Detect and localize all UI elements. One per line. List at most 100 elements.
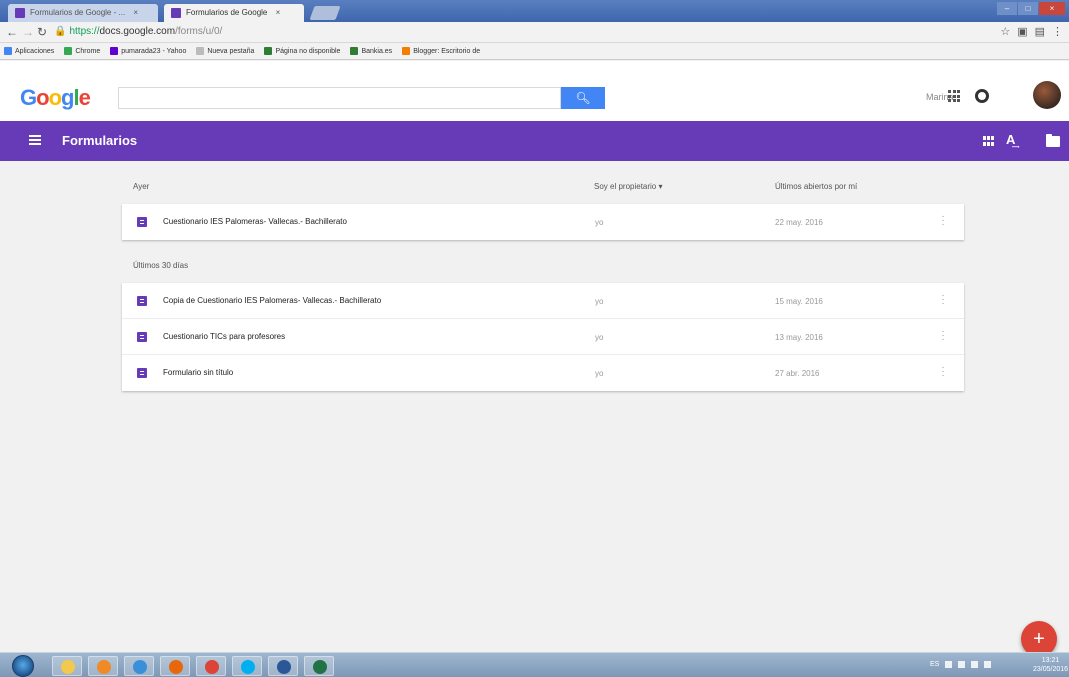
taskbar-app-explorer[interactable] — [52, 656, 82, 676]
search-button[interactable]: 🔍︎ — [561, 87, 605, 109]
folder-icon — [61, 660, 75, 674]
close-window-icon[interactable]: × — [1039, 2, 1065, 15]
minimize-icon[interactable]: – — [997, 2, 1017, 15]
more-options-icon[interactable]: · · · — [941, 363, 945, 381]
browser-tab-2[interactable]: Formularios de Google × — [164, 4, 304, 22]
volume-icon[interactable] — [984, 661, 992, 668]
form-doc-icon — [137, 368, 147, 378]
form-date: 27 abr. 2016 — [775, 369, 820, 378]
tab-label: Formularios de Google — [186, 8, 268, 17]
network-icon[interactable] — [958, 661, 966, 668]
chrome-menu-icon[interactable]: ⋮ — [1052, 25, 1063, 38]
close-tab-icon[interactable]: × — [276, 8, 281, 17]
bookmark-blogger[interactable]: Blogger: Escritorio de — [402, 47, 480, 55]
bookmark-label: pumarada23 - Yahoo — [121, 47, 187, 55]
extension-2-icon[interactable]: ▤ — [1035, 25, 1045, 38]
taskbar-app-chrome[interactable] — [196, 656, 226, 676]
url-scheme: https:// — [69, 26, 100, 37]
section-label-yesterday: Ayer — [133, 182, 150, 191]
blogger-icon — [402, 47, 411, 55]
maximize-icon[interactable]: □ — [1018, 2, 1038, 15]
windows-taskbar: ES 13:21 23/05/2016 — [0, 652, 1069, 677]
mail-icon — [110, 47, 119, 55]
form-name: Copia de Cuestionario IES Palomeras- Val… — [163, 296, 382, 305]
url-host: docs.google.com — [99, 26, 176, 37]
form-owner: yo — [595, 297, 604, 306]
bookmark-unavailable[interactable]: Página no disponible — [264, 47, 340, 55]
google-icon — [64, 47, 73, 55]
table-row[interactable]: Cuestionario TICs para profesores yo 13 … — [122, 319, 964, 355]
start-button-icon[interactable] — [12, 655, 34, 677]
media-player-icon — [97, 660, 111, 674]
clock-date: 23/05/2016 — [1033, 666, 1069, 673]
owner-filter-dropdown[interactable]: Soy el propietario ▾ — [594, 182, 663, 191]
table-row[interactable]: Formulario sin título yo 27 abr. 2016 · ·… — [122, 355, 964, 391]
lock-icon: 🔒 — [54, 26, 67, 37]
apps-grid-icon[interactable] — [948, 90, 960, 102]
url-field[interactable]: 🔒 https://docs.google.com/forms/u/0/ — [54, 25, 222, 39]
skype-icon — [241, 660, 255, 674]
forward-arrow-icon[interactable]: → — [22, 25, 34, 39]
browser-tab-1[interactable]: Formularios de Google - ... × — [8, 4, 158, 22]
folder-icon[interactable] — [1046, 134, 1060, 147]
close-tab-icon[interactable]: × — [133, 8, 138, 17]
table-row[interactable]: Copia de Cuestionario IES Palomeras- Val… — [122, 283, 964, 319]
window-controls: – □ × — [997, 2, 1065, 15]
search-input[interactable] — [118, 87, 561, 109]
address-bar: ← → ↻ 🔒 https://docs.google.com/forms/u/0… — [0, 22, 1069, 43]
tray-arrow-icon[interactable] — [945, 661, 953, 668]
back-arrow-icon[interactable]: ← — [6, 25, 18, 39]
hamburger-menu-icon[interactable] — [29, 135, 41, 145]
taskbar-app-internet-explorer[interactable] — [124, 656, 154, 676]
bookmark-label: Aplicaciones — [15, 47, 55, 55]
bookmark-yahoo[interactable]: pumarada23 - Yahoo — [110, 47, 186, 55]
form-owner: yo — [595, 369, 604, 378]
table-row[interactable]: Cuestionario IES Palomeras- Vallecas.- B… — [122, 204, 964, 240]
sort-az-icon[interactable]: A͢ — [1006, 132, 1015, 147]
bookmark-label: Chrome — [75, 47, 101, 55]
excel-icon — [313, 660, 327, 674]
extension-icon[interactable]: ▣ — [1017, 25, 1027, 38]
taskbar-app-skype[interactable] — [232, 656, 262, 676]
search-icon: 🔍︎ — [575, 91, 591, 105]
section-label-last-30-days: Últimos 30 días — [133, 261, 189, 270]
form-name: Formulario sin título — [163, 368, 234, 377]
notifications-icon[interactable] — [975, 89, 989, 103]
taskbar-app-excel[interactable] — [304, 656, 334, 676]
browser-titlebar: Formularios de Google - ... × Formulario… — [0, 0, 1069, 22]
more-options-icon[interactable]: · · · — [941, 327, 945, 345]
taskbar-app-firefox[interactable] — [160, 656, 190, 676]
language-indicator[interactable]: ES — [930, 661, 939, 668]
clock-time: 13:21 — [1041, 657, 1060, 664]
toolbar-icons: ☆ ▣ ▤ ⋮ — [1000, 25, 1063, 38]
page-icon — [196, 47, 205, 55]
bookmark-label: Bankia.es — [361, 47, 393, 55]
more-options-icon[interactable]: · · · — [941, 212, 945, 230]
taskbar-app-media-player[interactable] — [88, 656, 118, 676]
form-doc-icon — [137, 217, 147, 227]
avatar[interactable] — [1033, 81, 1061, 109]
reload-icon[interactable]: ↻ — [37, 25, 47, 39]
form-doc-icon — [137, 332, 147, 342]
forms-favicon-icon — [15, 8, 25, 18]
bookmark-bankia[interactable]: Bankia.es — [350, 47, 392, 55]
forms-favicon-icon — [171, 8, 181, 18]
last-opened-header[interactable]: Últimos abiertos por mí — [775, 182, 857, 191]
action-center-icon[interactable] — [971, 661, 979, 668]
form-owner: yo — [595, 333, 604, 342]
more-options-icon[interactable]: · · · — [941, 291, 945, 309]
bookmark-chrome[interactable]: Chrome — [64, 47, 100, 55]
star-icon[interactable]: ☆ — [1000, 25, 1010, 38]
google-logo[interactable]: Google — [20, 85, 91, 111]
bookmark-apps[interactable]: Aplicaciones — [4, 47, 54, 55]
chrome-icon — [205, 660, 219, 674]
internet-explorer-icon — [133, 660, 147, 674]
form-date: 15 may. 2016 — [775, 297, 823, 306]
new-tab-button[interactable] — [309, 6, 341, 20]
clock[interactable]: 13:21 23/05/2016 — [1033, 656, 1068, 674]
form-owner: yo — [595, 218, 604, 227]
grid-view-icon[interactable] — [983, 136, 995, 146]
bookmark-label: Nueva pestaña — [207, 47, 255, 55]
bookmark-new-tab[interactable]: Nueva pestaña — [196, 47, 254, 55]
taskbar-app-word[interactable] — [268, 656, 298, 676]
